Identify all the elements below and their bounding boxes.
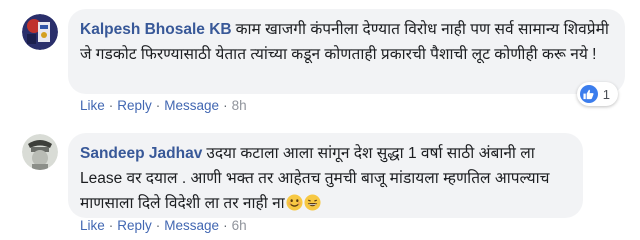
grinning-face-icon — [304, 194, 321, 211]
comment-timestamp[interactable]: 8h — [232, 98, 247, 113]
separator-dot: · — [155, 98, 161, 113]
separator-dot: · — [108, 218, 114, 233]
separator-dot: · — [223, 98, 228, 113]
separator-dot: · — [223, 218, 228, 233]
reply-link[interactable]: Reply — [117, 98, 152, 113]
separator-dot: · — [108, 98, 114, 113]
avatar[interactable] — [22, 14, 58, 50]
thumbs-up-icon — [579, 85, 598, 103]
comment-bubble: Kalpesh Bhosale KB काम खाजगी कंपनीला देण्… — [68, 9, 625, 94]
comment-actions: Like · Reply · Message · 8h — [80, 98, 247, 113]
reaction-count: 1 — [602, 86, 610, 102]
message-link[interactable]: Message — [164, 98, 219, 113]
like-link[interactable]: Like — [80, 98, 105, 113]
comment-author[interactable]: Kalpesh Bhosale KB — [80, 21, 232, 38]
reaction-summary[interactable]: 1 — [576, 82, 618, 106]
avatar[interactable] — [22, 134, 58, 170]
comment: Sandeep Jadhav उदया कटाला आला सांगून देश … — [0, 124, 640, 240]
separator-dot: · — [155, 218, 161, 233]
comment-author[interactable]: Sandeep Jadhav — [80, 145, 202, 162]
comment-bubble: Sandeep Jadhav उदया कटाला आला सांगून देश … — [68, 133, 583, 218]
comment-actions: Like · Reply · Message · 6h — [80, 218, 247, 233]
smiling-face-icon — [286, 194, 303, 211]
comment: Kalpesh Bhosale KB काम खाजगी कंपनीला देण्… — [0, 0, 640, 122]
comment-timestamp[interactable]: 6h — [232, 218, 247, 233]
reply-link[interactable]: Reply — [117, 218, 152, 233]
like-link[interactable]: Like — [80, 218, 105, 233]
message-link[interactable]: Message — [164, 218, 219, 233]
